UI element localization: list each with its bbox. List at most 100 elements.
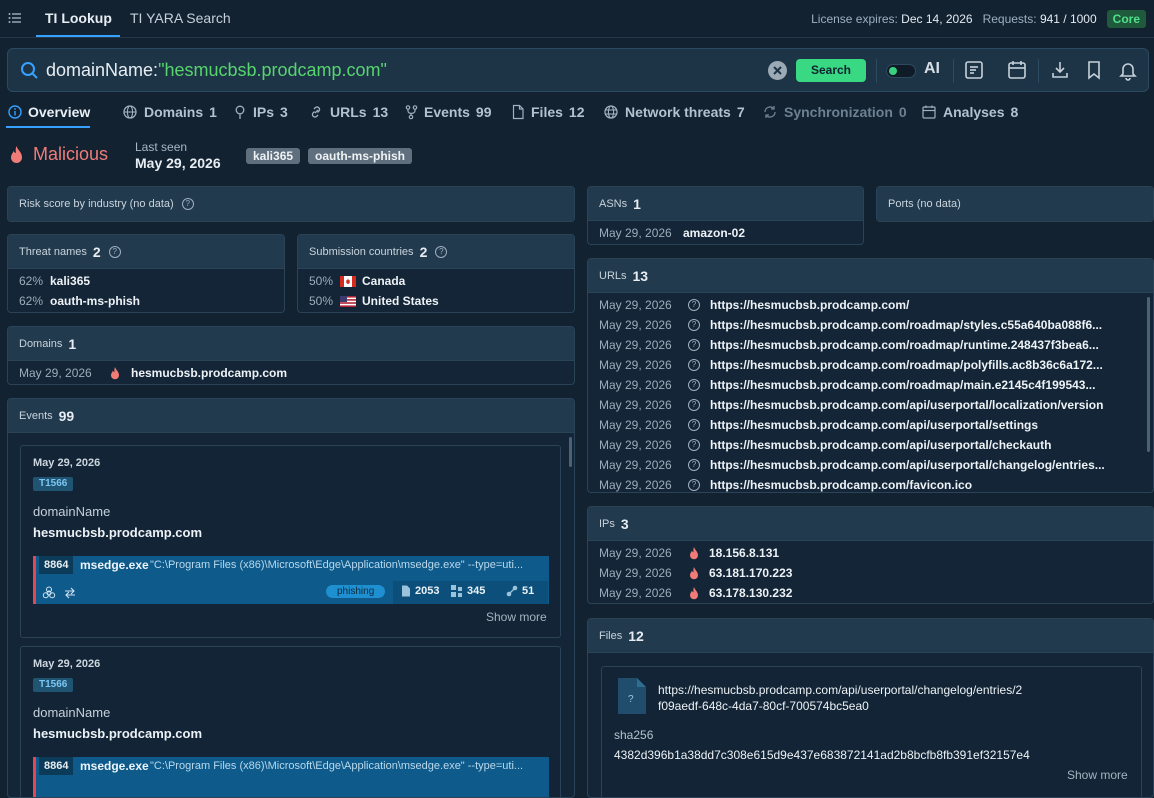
bell-icon[interactable] [1117, 59, 1139, 81]
query-builder-icon[interactable] [963, 59, 985, 81]
menu-icon[interactable] [8, 12, 22, 24]
list-item[interactable]: 50% United States [298, 291, 574, 311]
technique-badge[interactable]: T1566 [33, 678, 74, 692]
scrollbar[interactable] [569, 437, 572, 467]
date: May 29, 2026 [599, 398, 672, 412]
url-row[interactable]: May 29, 2026? https://hesmucbsb.prodcamp.… [588, 395, 1153, 415]
download-icon[interactable] [1049, 59, 1071, 81]
search-button[interactable]: Search [796, 59, 866, 82]
ip-address[interactable]: 63.181.170.223 [709, 566, 792, 580]
search-input[interactable]: domainName:"hesmucbsb.prodcamp.com" [46, 60, 387, 81]
url-link[interactable]: https://hesmucbsb.prodcamp.com/api/userp… [710, 398, 1103, 412]
list-item[interactable]: May 29, 2026 amazon-02 [588, 223, 863, 243]
bookmark-icon[interactable] [1083, 59, 1105, 81]
url-link[interactable]: https://hesmucbsb.prodcamp.com/favicon.i… [710, 478, 972, 492]
url-link[interactable]: https://hesmucbsb.prodcamp.com/api/userp… [710, 438, 1051, 452]
tab-label: Overview [28, 104, 91, 120]
file-item[interactable]: ? https://hesmucbsb.prodcamp.com/api/use… [601, 666, 1142, 797]
events-card: Events 99 May 29, 2026 T1566 domainName h… [7, 398, 575, 798]
date: May 29, 2026 [599, 358, 672, 372]
technique-badge[interactable]: T1566 [33, 477, 74, 491]
url-link[interactable]: https://hesmucbsb.prodcamp.com/ [710, 298, 909, 312]
process-row[interactable]: 8864 msedge.exe "C:\Program Files (x86)\… [33, 556, 549, 604]
tab-synchronization[interactable]: Synchronization 0 [762, 104, 907, 120]
hash-label: sha256 [614, 728, 654, 742]
threat-names-card: Threat names 2? 62% kali365 62% oauth-ms-ph… [7, 234, 285, 313]
url-link[interactable]: https://hesmucbsb.prodcamp.com/roadmap/s… [710, 318, 1102, 332]
url-row[interactable]: May 29, 2026? https://hesmucbsb.prodcamp.… [588, 335, 1153, 355]
ip-row[interactable]: May 29, 2026 63.178.130.232 [588, 583, 1153, 603]
list-item[interactable]: 62% kali365 [8, 271, 284, 291]
url-row[interactable]: May 29, 2026? https://hesmucbsb.prodcamp.… [588, 475, 1153, 492]
tab-ips[interactable]: IPs 3 [233, 104, 288, 120]
list-item[interactable]: 62% oauth-ms-phish [8, 291, 284, 311]
tab-label: Events [424, 104, 470, 120]
country-name: United States [362, 294, 439, 308]
url-row[interactable]: May 29, 2026? https://hesmucbsb.prodcamp.… [588, 355, 1153, 375]
url-row[interactable]: May 29, 2026? https://hesmucbsb.prodcamp.… [588, 315, 1153, 335]
tab-ti-yara-search[interactable]: TI YARA Search [130, 10, 231, 26]
threat-tag[interactable]: oauth-ms-phish [308, 148, 412, 164]
tab-events[interactable]: Events 99 [404, 104, 492, 120]
url-row[interactable]: May 29, 2026? https://hesmucbsb.prodcamp.… [588, 415, 1153, 435]
toggle-knob [889, 67, 897, 75]
unknown-verdict-icon: ? [688, 319, 700, 331]
date: May 29, 2026 [599, 546, 672, 560]
tab-analyses[interactable]: Analyses 8 [921, 104, 1018, 120]
event-item[interactable]: May 29, 2026 T1566 domainName hesmucbsb.… [20, 445, 561, 638]
url-link[interactable]: https://hesmucbsb.prodcamp.com/api/userp… [710, 418, 1038, 432]
ip-row[interactable]: May 29, 2026 63.181.170.223 [588, 563, 1153, 583]
search-bar: domainName:"hesmucbsb.prodcamp.com" Sear… [7, 48, 1149, 92]
url-link[interactable]: https://hesmucbsb.prodcamp.com/roadmap/m… [710, 378, 1095, 392]
tab-overview[interactable]: Overview [8, 104, 90, 120]
tab-ti-lookup[interactable]: TI Lookup [45, 10, 112, 26]
verdict: Malicious [8, 144, 108, 165]
threat-tag[interactable]: kali365 [246, 148, 301, 164]
card-count: 1 [633, 195, 641, 212]
phishing-tag: phishing [326, 585, 386, 598]
ports-card: Ports (no data) [876, 186, 1154, 222]
card-count: 2 [419, 243, 428, 260]
unknown-verdict-icon: ? [688, 339, 700, 351]
help-icon[interactable]: ? [108, 245, 121, 258]
show-more-button[interactable]: Show more [486, 610, 547, 624]
url-row[interactable]: May 29, 2026? https://hesmucbsb.prodcamp.… [588, 375, 1153, 395]
ip-row[interactable]: May 29, 2026 18.156.8.131 [588, 543, 1153, 563]
process-name: msedge.exe [80, 759, 149, 773]
process-row[interactable]: 8864 msedge.exe "C:\Program Files (x86)\… [33, 757, 549, 797]
ips-card: IPs 3 May 29, 2026 18.156.8.131 May 29, 202… [587, 506, 1154, 604]
card-title: Risk score by industry (no data) [19, 198, 174, 210]
unknown-verdict-icon: ? [688, 399, 700, 411]
tab-urls[interactable]: URLs 13 [308, 104, 388, 120]
calendar-icon[interactable] [1006, 59, 1028, 81]
list-item[interactable]: 50% Canada [298, 271, 574, 291]
last-seen-label: Last seen [135, 140, 188, 154]
help-icon[interactable]: ? [181, 198, 194, 210]
url-link[interactable]: https://hesmucbsb.prodcamp.com/api/userp… [710, 458, 1105, 472]
url-link[interactable]: https://hesmucbsb.prodcamp.com/roadmap/r… [710, 338, 1099, 352]
help-icon[interactable]: ? [435, 245, 448, 258]
scrollbar[interactable] [1147, 297, 1150, 452]
event-field: domainName [33, 705, 111, 720]
exchange-icon [65, 587, 75, 599]
ip-address[interactable]: 63.178.130.232 [709, 586, 792, 600]
show-more-button[interactable]: Show more [1067, 768, 1128, 782]
list-item[interactable]: May 29, 2026 hesmucbsb.prodcamp.com [8, 363, 574, 383]
registry-icon [451, 585, 462, 597]
tab-domains[interactable]: Domains 1 [122, 104, 217, 120]
ip-address[interactable]: 18.156.8.131 [709, 546, 779, 560]
query-value: "hesmucbsb.prodcamp.com" [158, 60, 387, 80]
file-url: https://hesmucbsb.prodcamp.com/api/userp… [658, 682, 1022, 714]
clear-search-button[interactable] [768, 61, 787, 80]
url-row[interactable]: May 29, 2026? https://hesmucbsb.prodcamp.… [588, 295, 1153, 315]
file-url-line: https://hesmucbsb.prodcamp.com/api/userp… [658, 683, 1023, 697]
file-hash[interactable]: 4382d396b1a38dd7c308e615d9e437e683872141… [614, 748, 1030, 762]
tab-network-threats[interactable]: Network threats 7 [603, 104, 745, 120]
url-row[interactable]: May 29, 2026? https://hesmucbsb.prodcamp.… [588, 455, 1153, 475]
url-link[interactable]: https://hesmucbsb.prodcamp.com/roadmap/p… [710, 358, 1103, 372]
url-row[interactable]: May 29, 2026? https://hesmucbsb.prodcamp.… [588, 435, 1153, 455]
event-item[interactable]: May 29, 2026 T1566 domainName hesmucbsb.… [20, 646, 561, 797]
ai-toggle[interactable] [886, 64, 916, 78]
flame-icon [690, 587, 698, 600]
tab-files[interactable]: Files 12 [511, 104, 584, 120]
